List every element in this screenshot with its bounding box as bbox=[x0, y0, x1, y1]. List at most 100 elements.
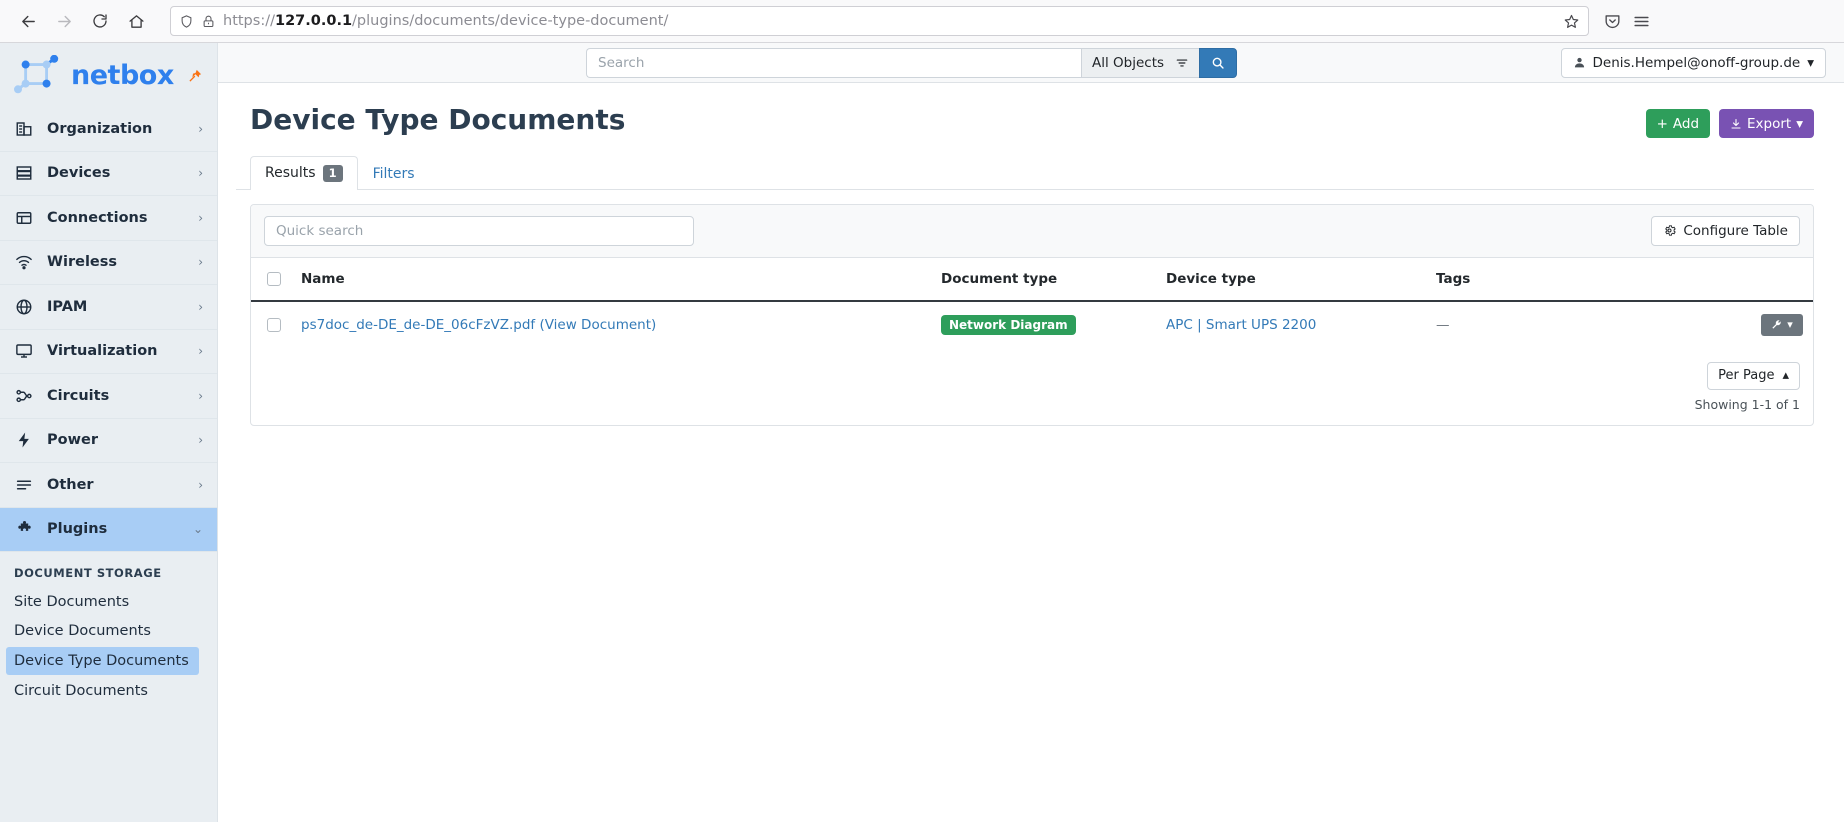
tab-filters[interactable]: Filters bbox=[358, 157, 430, 190]
lock-warning-icon bbox=[203, 15, 214, 27]
view-document-link[interactable]: View Document bbox=[545, 317, 651, 333]
sidebar-item-label: Power bbox=[47, 432, 98, 449]
plugins-section-heading: DOCUMENT STORAGE bbox=[14, 566, 162, 580]
sidebar-item-ipam[interactable]: IPAM › bbox=[0, 285, 217, 330]
url-scheme: https:// bbox=[223, 13, 275, 29]
brand-name: netbox bbox=[71, 59, 174, 91]
sidebar-item-connections[interactable]: Connections › bbox=[0, 196, 217, 241]
table-toolbar: Configure Table bbox=[251, 204, 1813, 258]
column-header-document-type[interactable]: Document type bbox=[931, 257, 1156, 302]
global-search-group: All Objects bbox=[586, 47, 1238, 78]
document-name-link[interactable]: ps7doc_de-DE_de-DE_06cFzVZ.pdf bbox=[301, 317, 535, 333]
netbox-logo-icon bbox=[14, 55, 59, 94]
per-page-label: Per Page bbox=[1718, 368, 1775, 384]
search-input[interactable] bbox=[586, 47, 1081, 78]
wrench-icon bbox=[1771, 319, 1782, 330]
page-content: Device Type Documents + Add Export ▾ Res… bbox=[218, 83, 1844, 822]
chevron-right-icon: › bbox=[198, 210, 203, 225]
user-icon bbox=[1573, 56, 1586, 69]
column-header-name[interactable]: Name bbox=[291, 257, 931, 302]
sidebar-item-device-type-documents[interactable]: Device Type Documents bbox=[6, 647, 199, 675]
pin-icon[interactable] bbox=[188, 68, 203, 83]
sidebar-item-other[interactable]: Other › bbox=[0, 463, 217, 508]
sidebar-item-virtualization[interactable]: Virtualization › bbox=[0, 330, 217, 374]
column-header-device-type[interactable]: Device type bbox=[1156, 257, 1426, 302]
globe-icon bbox=[14, 298, 34, 316]
cell-device-type: APC | Smart UPS 2200 bbox=[1156, 301, 1426, 348]
quick-search-input[interactable] bbox=[264, 215, 694, 246]
cell-tags: — bbox=[1426, 301, 1703, 348]
table-header-row: Name Document type Device type Tags bbox=[251, 257, 1813, 302]
pocket-icon[interactable] bbox=[1603, 12, 1622, 31]
user-menu-button[interactable]: Denis.Hempel@onoff-group.de ▾ bbox=[1560, 47, 1826, 78]
chevron-right-icon: › bbox=[198, 121, 203, 136]
column-header-tags[interactable]: Tags bbox=[1426, 257, 1703, 302]
object-scope-dropdown[interactable]: All Objects bbox=[1081, 47, 1200, 78]
brand-logo[interactable]: netbox bbox=[0, 43, 217, 107]
sidebar-item-wireless[interactable]: Wireless › bbox=[0, 241, 217, 285]
table-header: Name Document type Device type Tags bbox=[251, 257, 1813, 302]
cell-name: ps7doc_de-DE_de-DE_06cFzVZ.pdf (View Doc… bbox=[291, 301, 931, 348]
row-select-cell bbox=[251, 301, 291, 348]
row-checkbox[interactable] bbox=[267, 317, 281, 332]
building-icon bbox=[14, 120, 34, 138]
sidebar-item-circuits[interactable]: Circuits › bbox=[0, 374, 217, 419]
page-header: Device Type Documents + Add Export ▾ bbox=[236, 103, 1814, 146]
sidebar-item-label: Plugins bbox=[47, 521, 108, 538]
home-button[interactable] bbox=[120, 5, 152, 37]
hamburger-menu-icon[interactable] bbox=[1632, 12, 1651, 31]
per-page-dropdown[interactable]: Per Page ▴ bbox=[1707, 361, 1800, 390]
sidebar-item-label: Wireless bbox=[47, 254, 118, 271]
download-icon bbox=[1730, 118, 1742, 130]
sidebar-item-label: IPAM bbox=[47, 298, 88, 315]
add-button[interactable]: + Add bbox=[1645, 109, 1711, 138]
star-icon[interactable] bbox=[1563, 13, 1580, 30]
back-button[interactable] bbox=[12, 5, 44, 37]
url-bar[interactable]: https://127.0.0.1/plugins/documents/devi… bbox=[170, 6, 1589, 36]
app-shell: netbox Organization › Devices › Connecti… bbox=[0, 43, 1844, 822]
sidebar-item-organization[interactable]: Organization › bbox=[0, 107, 217, 152]
showing-range-text: Showing 1-1 of 1 bbox=[1694, 396, 1800, 412]
sidebar-item-device-documents[interactable]: Device Documents bbox=[0, 617, 217, 645]
chevron-right-icon: › bbox=[198, 388, 203, 403]
chevron-right-icon: › bbox=[198, 477, 203, 492]
configure-table-label: Configure Table bbox=[1683, 222, 1788, 239]
object-scope-label: All Objects bbox=[1092, 54, 1165, 71]
device-type-link[interactable]: APC | Smart UPS 2200 bbox=[1166, 317, 1316, 333]
sidebar-item-label: Organization bbox=[47, 120, 153, 137]
document-type-badge[interactable]: Network Diagram bbox=[941, 314, 1076, 335]
chevron-right-icon: › bbox=[198, 299, 203, 314]
tab-filters-label: Filters bbox=[372, 165, 415, 182]
page-title: Device Type Documents bbox=[250, 103, 626, 136]
select-all-checkbox[interactable] bbox=[267, 271, 281, 286]
sidebar-item-circuit-documents[interactable]: Circuit Documents bbox=[0, 677, 217, 705]
forward-button[interactable] bbox=[48, 5, 80, 37]
url-path: /plugins/documents/device-type-document/ bbox=[352, 13, 669, 29]
cell-document-type: Network Diagram bbox=[931, 301, 1156, 348]
caret-up-icon: ▴ bbox=[1782, 368, 1789, 384]
sidebar-item-devices[interactable]: Devices › bbox=[0, 152, 217, 196]
reload-button[interactable] bbox=[84, 5, 116, 37]
wifi-icon bbox=[14, 253, 34, 271]
sidebar-item-plugins[interactable]: Plugins ⌄ bbox=[0, 507, 217, 552]
gear-icon bbox=[1663, 224, 1677, 237]
chevron-right-icon: › bbox=[198, 166, 203, 181]
monitor-icon bbox=[14, 342, 34, 360]
search-button[interactable] bbox=[1199, 47, 1238, 78]
sidebar-item-power[interactable]: Power › bbox=[0, 419, 217, 463]
documents-table: Name Document type Device type Tags ps7d… bbox=[251, 257, 1813, 348]
url-text: https://127.0.0.1/plugins/documents/devi… bbox=[223, 13, 1556, 29]
tab-results[interactable]: Results 1 bbox=[250, 156, 358, 190]
sidebar-item-site-documents[interactable]: Site Documents bbox=[0, 588, 217, 616]
table-body: ps7doc_de-DE_de-DE_06cFzVZ.pdf (View Doc… bbox=[251, 301, 1813, 348]
configure-table-button[interactable]: Configure Table bbox=[1651, 215, 1800, 246]
caret-down-icon: ▾ bbox=[1787, 318, 1793, 332]
row-actions-button[interactable]: ▾ bbox=[1761, 313, 1803, 336]
caret-down-icon: ▾ bbox=[1796, 115, 1803, 132]
reload-icon bbox=[93, 14, 107, 28]
circuits-icon bbox=[14, 387, 34, 405]
chevron-down-icon: ⌄ bbox=[192, 522, 203, 537]
tags-empty: — bbox=[1436, 316, 1450, 333]
arrow-left-icon bbox=[21, 15, 35, 27]
export-button[interactable]: Export ▾ bbox=[1719, 109, 1814, 138]
